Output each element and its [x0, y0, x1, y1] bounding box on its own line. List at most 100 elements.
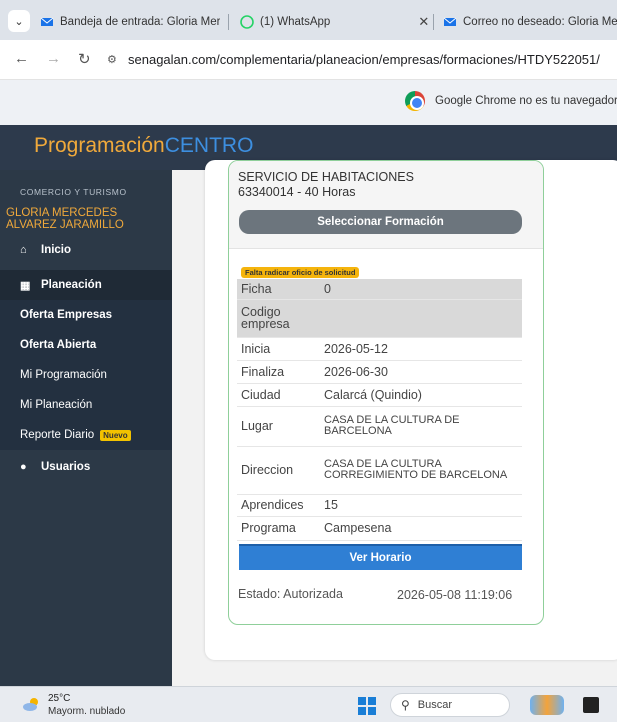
row-label: Inicia: [237, 337, 324, 361]
formation-details-table: Ficha 0 Codigo empresa Inicia 2026-05-12…: [237, 279, 522, 541]
close-icon[interactable]: ✕: [418, 14, 429, 30]
tab-search-chevron-icon[interactable]: ⌄: [8, 10, 30, 32]
browser-toolbar: ← → ↻ ⚙ senagalan.com/complementaria/pla…: [0, 40, 617, 80]
table-row: Inicia 2026-05-12: [237, 337, 522, 361]
home-icon: ⌂: [20, 244, 27, 256]
row-value: CASA DE LA CULTURA CORREGIMIENTO DE BARC…: [324, 446, 522, 495]
site-settings-icon[interactable]: ⚙: [107, 53, 117, 66]
mail-icon: [443, 17, 457, 26]
row-value: 2026-05-12: [324, 337, 522, 361]
sidebar-item-label: Mi Programación: [20, 369, 107, 381]
row-value: 0: [324, 279, 522, 300]
row-label: Aprendices: [237, 494, 324, 517]
calendar-icon: ▦: [20, 279, 31, 292]
search-placeholder: Buscar: [417, 699, 453, 711]
row-value: 2026-06-30: [324, 360, 522, 384]
row-value: [324, 299, 522, 338]
mail-icon: [40, 17, 54, 26]
row-label: Lugar: [237, 406, 324, 447]
browser-tab-strip: ⌄ Bandeja de entrada: Gloria Mer ✕ (1) W…: [0, 0, 617, 40]
sidebar-item-usuarios[interactable]: ● Usuarios: [0, 452, 172, 482]
user-icon: ●: [20, 461, 27, 473]
sidebar-item-label: Oferta Abierta: [20, 339, 97, 351]
windows-start-icon[interactable]: [358, 697, 376, 715]
windows-taskbar: 25°C Mayorm. nublado ⚲ Buscar: [0, 686, 617, 722]
sidebar-item-label: Planeación: [41, 279, 102, 291]
view-schedule-button[interactable]: Ver Horario: [239, 544, 522, 570]
tab-bandeja-entrada[interactable]: Bandeja de entrada: Gloria Mer ✕: [40, 8, 220, 36]
sidebar-item-reporte-diario[interactable]: Reporte Diario Nuevo: [0, 420, 172, 450]
brand-part1: Programación: [34, 134, 165, 157]
widgets-icon[interactable]: [530, 695, 564, 715]
back-arrow-icon[interactable]: ←: [14, 50, 29, 67]
sidebar-item-mi-planeacion[interactable]: Mi Planeación: [0, 390, 172, 420]
infobar-text: Google Chrome no es tu navegador p: [435, 95, 617, 107]
table-row: Aprendices 15: [237, 494, 522, 517]
card-header: SERVICIO DE HABITACIONES 63340014 - 40 H…: [229, 161, 543, 249]
sidebar-item-label: Mi Planeación: [20, 399, 93, 411]
status-text: Estado: Autorizada: [238, 587, 343, 601]
row-label: Direccion: [237, 446, 324, 495]
app-taskbar-icon[interactable]: [583, 697, 599, 713]
brand-part2: CENTRO: [164, 134, 254, 157]
row-value: CASA DE LA CULTURA DE BARCELONA: [324, 406, 522, 447]
table-row: Codigo empresa: [237, 299, 522, 338]
table-row: Ciudad Calarcá (Quindio): [237, 383, 522, 407]
row-label: Ciudad: [237, 383, 324, 407]
taskbar-search[interactable]: ⚲ Buscar: [390, 693, 510, 717]
tab-divider: [228, 14, 229, 30]
row-label: Codigo empresa: [237, 299, 324, 338]
row-label: Ficha: [237, 279, 324, 300]
sidebar-item-mi-programacion[interactable]: Mi Programación: [0, 360, 172, 390]
sidebar-item-inicio[interactable]: ⌂ Inicio: [0, 235, 172, 265]
row-label: Programa: [237, 516, 324, 541]
reload-icon[interactable]: ↻: [78, 50, 91, 68]
tab-correo-no-deseado[interactable]: Correo no deseado: Gloria Mer ✕: [443, 8, 617, 36]
address-bar[interactable]: senagalan.com/complementaria/planeacion/…: [128, 52, 600, 67]
course-name: SERVICIO DE HABITACIONES: [238, 170, 414, 184]
sidebar-item-oferta-empresas[interactable]: Oferta Empresas: [0, 300, 172, 330]
sidebar-item-label: Usuarios: [41, 461, 91, 473]
user-name: GLORIA MERCEDES ALVAREZ JARAMILLO: [6, 207, 124, 231]
tab-title: Bandeja de entrada: Gloria Mer: [60, 16, 220, 28]
table-row: Direccion CASA DE LA CULTURA CORREGIMIEN…: [237, 446, 522, 495]
tab-title: Correo no deseado: Gloria Mer: [463, 16, 617, 28]
sidebar-item-planeacion[interactable]: ▦ Planeación: [0, 270, 172, 300]
weather-temp: 25°C: [48, 693, 71, 704]
row-label: Finaliza: [237, 360, 324, 384]
partly-cloudy-icon: [23, 698, 38, 711]
table-row: Lugar CASA DE LA CULTURA DE BARCELONA: [237, 406, 522, 447]
tab-whatsapp[interactable]: (1) WhatsApp ✕: [240, 8, 430, 36]
table-row: Ficha 0: [237, 279, 522, 300]
default-browser-infobar: Google Chrome no es tu navegador p: [0, 80, 617, 125]
table-row: Programa Campesena: [237, 516, 522, 541]
weather-desc: Mayorm. nublado: [48, 706, 126, 717]
select-formation-button[interactable]: Seleccionar Formación: [239, 210, 522, 234]
course-code: 63340014 - 40 Horas: [238, 185, 356, 199]
row-value: 15: [324, 494, 522, 517]
app-brand[interactable]: ProgramaciónCENTRO: [34, 134, 253, 158]
sidebar: COMERCIO Y TURISMO GLORIA MERCEDES ALVAR…: [0, 170, 172, 686]
forward-arrow-icon[interactable]: →: [46, 50, 61, 67]
row-label-text: Codigo empresa: [241, 304, 290, 331]
tab-divider: [433, 14, 434, 30]
formation-card: SERVICIO DE HABITACIONES 63340014 - 40 H…: [228, 160, 544, 625]
user-name-line2: ALVAREZ JARAMILLO: [6, 219, 124, 231]
row-value: Campesena: [324, 516, 522, 541]
new-badge: Nuevo: [100, 429, 131, 441]
chrome-logo-icon: [405, 91, 425, 111]
tab-title: (1) WhatsApp: [260, 16, 331, 28]
sidebar-item-label: Oferta Empresas: [20, 309, 113, 321]
table-row: Finaliza 2026-06-30: [237, 360, 522, 384]
sidebar-item-label: Reporte Diario: [20, 429, 95, 441]
sidebar-item-oferta-abierta[interactable]: Oferta Abierta: [0, 330, 172, 360]
timestamp: 2026-05-08 11:19:06: [397, 588, 513, 602]
warning-badge: Falta radicar oficio de solicitud: [241, 267, 360, 278]
user-name-line1: GLORIA MERCEDES: [6, 207, 118, 219]
whatsapp-icon: [240, 15, 254, 29]
sidebar-item-label: Inicio: [41, 244, 72, 256]
row-value: Calarcá (Quindio): [324, 383, 522, 407]
main-content: SERVICIO DE HABITACIONES 63340014 - 40 H…: [172, 160, 617, 686]
search-icon: ⚲: [401, 698, 410, 712]
sidebar-section-title: COMERCIO Y TURISMO: [20, 187, 127, 197]
